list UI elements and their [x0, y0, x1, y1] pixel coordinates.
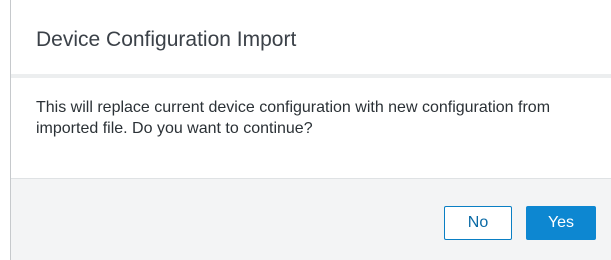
dialog-body: This will replace current device configu…: [11, 78, 611, 178]
dialog-header: Device Configuration Import: [11, 0, 611, 75]
dialog-title: Device Configuration Import: [36, 28, 297, 51]
confirmation-message: This will replace current device configu…: [36, 99, 551, 137]
import-confirmation-dialog: Device Configuration Import This will re…: [0, 0, 611, 260]
yes-button[interactable]: Yes: [526, 206, 596, 240]
dialog-footer: No Yes: [11, 178, 611, 260]
no-button[interactable]: No: [444, 206, 512, 240]
